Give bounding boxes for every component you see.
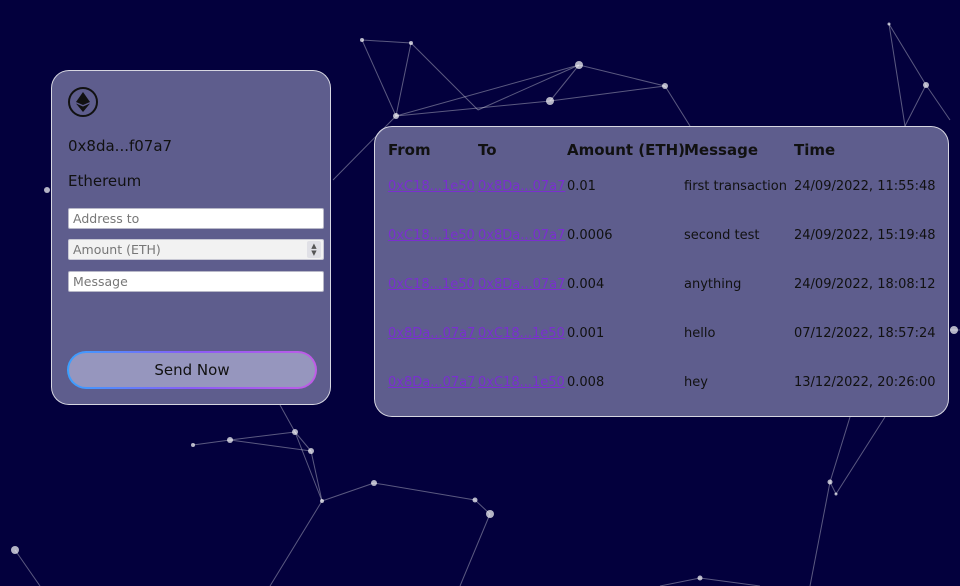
amount-placeholder: Amount (ETH) xyxy=(73,242,161,257)
time-cell: 13/12/2022, 20:26:00 xyxy=(794,375,936,390)
from-link[interactable]: 0xC18...1e50 xyxy=(388,228,475,243)
to-link[interactable]: 0x8Da...07a7 xyxy=(478,277,565,292)
message-input[interactable]: Message xyxy=(68,271,324,292)
table-row: 0x8Da...07a7 0xC18...1e50 0.001 hello 07… xyxy=(375,326,948,346)
amount-stepper[interactable]: ▲ ▼ xyxy=(307,241,321,258)
to-link[interactable]: 0x8Da...07a7 xyxy=(478,179,565,194)
time-cell: 24/09/2022, 15:19:48 xyxy=(794,228,936,243)
from-link[interactable]: 0x8Da...07a7 xyxy=(388,375,475,390)
message-cell: first transaction xyxy=(684,179,787,194)
message-cell: hello xyxy=(684,326,716,341)
message-cell: second test xyxy=(684,228,760,243)
table-row: 0xC18...1e50 0x8Da...07a7 0.0006 second … xyxy=(375,228,948,248)
wallet-address: 0x8da...f07a7 xyxy=(68,137,173,155)
message-cell: hey xyxy=(684,375,708,390)
ethereum-icon xyxy=(68,87,98,117)
amount-input[interactable]: Amount (ETH) ▲ ▼ xyxy=(68,239,324,260)
time-cell: 24/09/2022, 18:08:12 xyxy=(794,277,936,292)
stepper-down-icon[interactable]: ▼ xyxy=(311,249,316,257)
amount-cell: 0.01 xyxy=(567,179,596,194)
address-to-input[interactable]: Address to xyxy=(68,208,324,229)
to-link[interactable]: 0x8Da...07a7 xyxy=(478,228,565,243)
amount-cell: 0.008 xyxy=(567,375,605,390)
send-now-button[interactable]: Send Now xyxy=(67,351,317,389)
amount-cell: 0.001 xyxy=(567,326,605,341)
message-cell: anything xyxy=(684,277,742,292)
header-amount: Amount (ETH) xyxy=(567,141,686,159)
header-from: From xyxy=(388,141,431,159)
amount-cell: 0.0006 xyxy=(567,228,613,243)
header-message: Message xyxy=(684,141,758,159)
to-link[interactable]: 0xC18...1e50 xyxy=(478,375,565,390)
time-cell: 07/12/2022, 18:57:24 xyxy=(794,326,936,341)
transactions-table: From To Amount (ETH) Message Time 0xC18.… xyxy=(374,126,949,417)
from-link[interactable]: 0x8Da...07a7 xyxy=(388,326,475,341)
table-row: 0xC18...1e50 0x8Da...07a7 0.004 anything… xyxy=(375,277,948,297)
wallet-card: 0x8da...f07a7 Ethereum Address to Amount… xyxy=(51,70,331,405)
amount-cell: 0.004 xyxy=(567,277,605,292)
header-time: Time xyxy=(794,141,836,159)
table-row: 0xC18...1e50 0x8Da...07a7 0.01 first tra… xyxy=(375,179,948,199)
time-cell: 24/09/2022, 11:55:48 xyxy=(794,179,936,194)
header-to: To xyxy=(478,141,497,159)
from-link[interactable]: 0xC18...1e50 xyxy=(388,179,475,194)
network-name: Ethereum xyxy=(68,172,142,190)
to-link[interactable]: 0xC18...1e50 xyxy=(478,326,565,341)
table-row: 0x8Da...07a7 0xC18...1e50 0.008 hey 13/1… xyxy=(375,375,948,395)
from-link[interactable]: 0xC18...1e50 xyxy=(388,277,475,292)
